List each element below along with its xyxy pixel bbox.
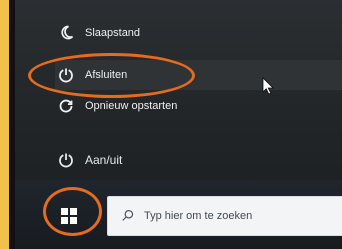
search-input[interactable]: Typ hier om te zoeken bbox=[107, 196, 342, 236]
search-placeholder: Typ hier om te zoeken bbox=[144, 210, 253, 222]
search-icon bbox=[118, 206, 138, 226]
power-button[interactable]: Aan/uit bbox=[55, 145, 122, 175]
menu-item-restart-label: Opnieuw opstarten bbox=[85, 100, 178, 112]
power-icon bbox=[55, 149, 77, 171]
menu-item-sleep[interactable]: Slaapstand bbox=[55, 18, 342, 48]
menu-item-sleep-label: Slaapstand bbox=[85, 27, 141, 39]
shutdown-highlight-circle bbox=[28, 53, 195, 98]
mouse-cursor-icon bbox=[262, 77, 274, 95]
start-highlight-circle bbox=[43, 187, 102, 236]
power-label: Aan/uit bbox=[85, 153, 123, 167]
restart-icon bbox=[55, 95, 77, 117]
moon-icon bbox=[55, 22, 77, 44]
